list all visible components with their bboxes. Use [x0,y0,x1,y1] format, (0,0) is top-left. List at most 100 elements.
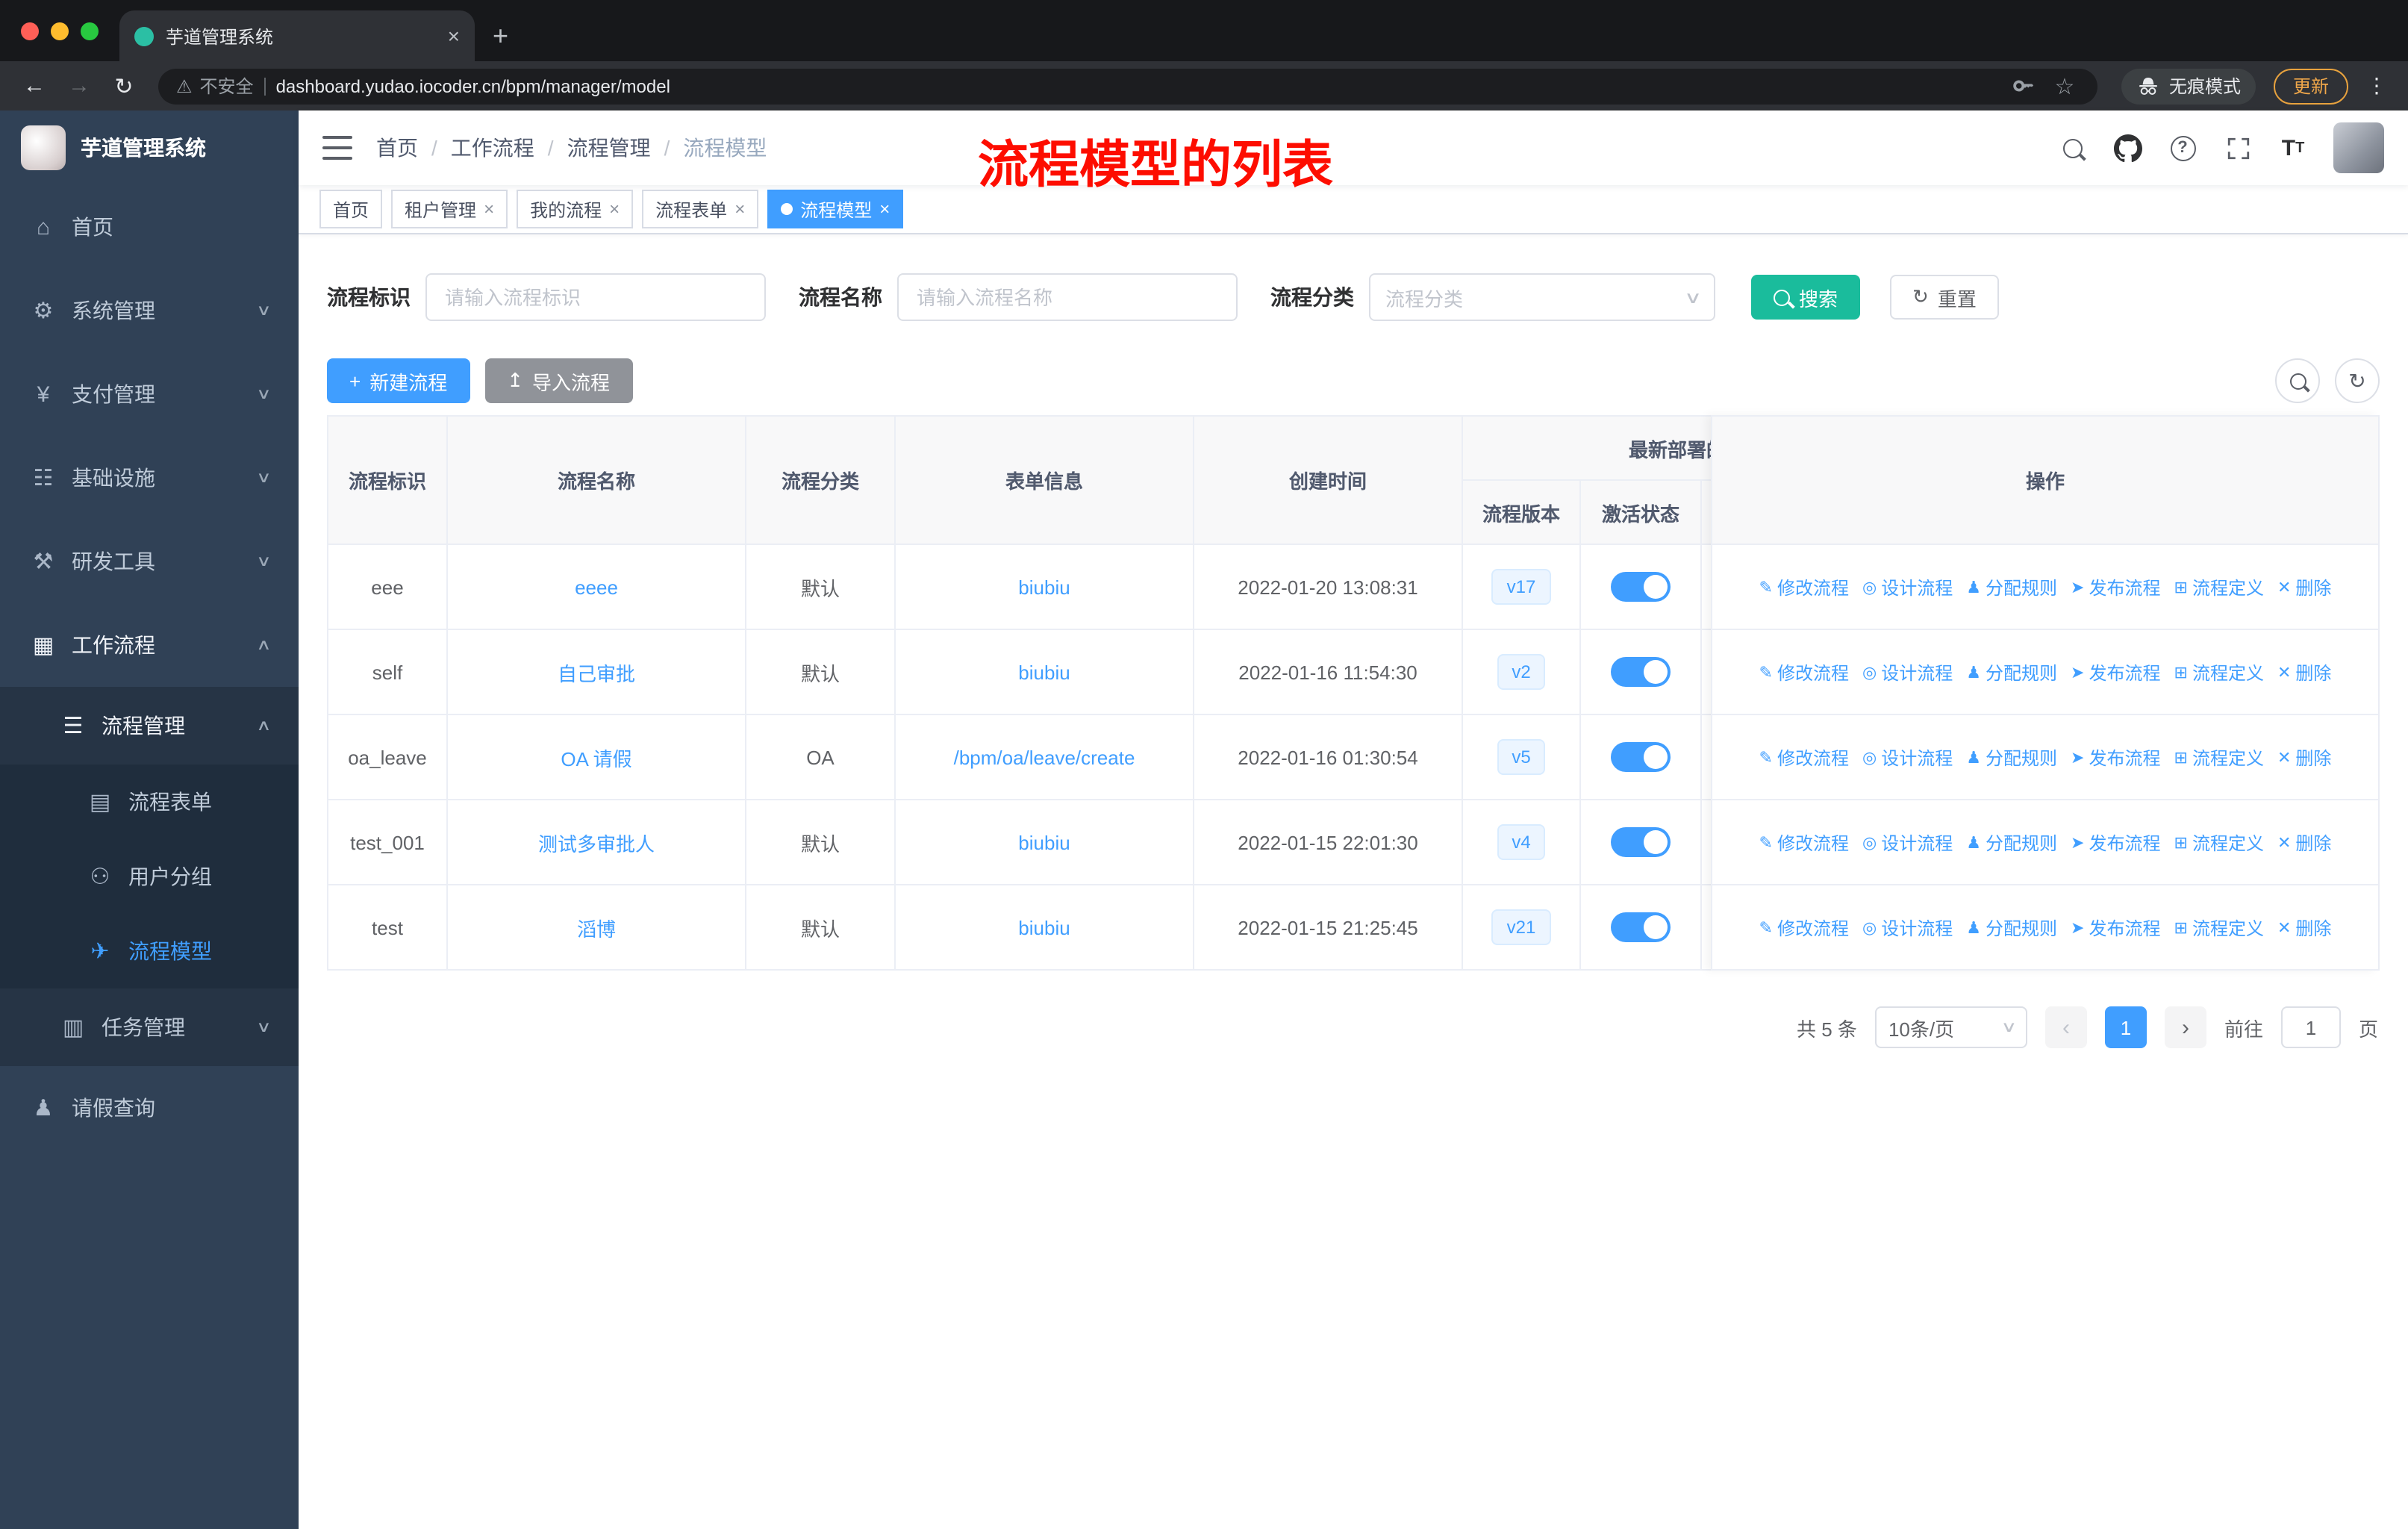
bookmark-star-icon[interactable]: ☆ [2050,71,2080,101]
form-link[interactable]: biubiu [1018,576,1070,598]
assign-rule-action-link[interactable]: ♟ 分配规则 [1966,574,2057,600]
close-icon[interactable]: × [734,199,745,219]
design-action-link[interactable]: ◎ 设计流程 [1862,915,1953,940]
sidebar-item-infra[interactable]: ☷ 基础设施 ∨ [0,436,299,520]
form-link[interactable]: biubiu [1018,916,1070,938]
help-icon[interactable]: ? [2168,133,2198,163]
process-name-input[interactable] [897,273,1238,321]
delete-action-link[interactable]: ✕ 删除 [2277,574,2331,600]
publish-action-link[interactable]: ➤ 发布流程 [2071,744,2160,770]
sidebar-item-process-model[interactable]: ✈ 流程模型 [0,914,299,988]
import-process-button[interactable]: ↥ 导入流程 [484,358,633,403]
modify-action-link[interactable]: ✎ 修改流程 [1759,574,1849,600]
address-bar[interactable]: ⚠ 不安全 dashboard.yudao.iocoder.cn/bpm/man… [158,68,2097,104]
model-name-link[interactable]: 自己审批 [558,662,635,685]
refresh-table-button[interactable]: ↻ [2335,358,2380,403]
key-icon[interactable] [2009,71,2039,101]
browser-menu-icon[interactable]: ⋮ [2360,73,2393,99]
active-toggle[interactable] [1611,657,1671,687]
sidebar-item-process-mgmt[interactable]: ☰ 流程管理 ∧ [0,687,299,764]
delete-action-link[interactable]: ✕ 删除 [2277,659,2331,685]
tag-process-form[interactable]: 流程表单 × [642,190,759,228]
font-size-icon[interactable]: TT [2278,133,2308,163]
category-select[interactable]: 流程分类 ∨ [1369,273,1715,321]
close-icon[interactable]: × [879,199,890,219]
page-1-button[interactable]: 1 [2104,1006,2147,1048]
create-process-button[interactable]: + 新建流程 [327,358,470,403]
new-tab-button[interactable]: + [475,21,526,61]
search-button[interactable]: 搜索 [1751,275,1861,320]
collapse-sidebar-icon[interactable] [322,136,352,160]
active-toggle[interactable] [1611,827,1671,857]
assign-rule-action-link[interactable]: ♟ 分配规则 [1966,915,2057,940]
sidebar-item-workflow[interactable]: ▦ 工作流程 ∧ [0,603,299,687]
assign-rule-action-link[interactable]: ♟ 分配规则 [1966,829,2057,855]
forward-icon[interactable]: → [60,73,99,99]
sidebar-item-system[interactable]: ⚙ 系统管理 ∨ [0,269,299,352]
design-action-link[interactable]: ◎ 设计流程 [1862,829,1953,855]
next-page-button[interactable]: › [2164,1006,2206,1048]
assign-rule-action-link[interactable]: ♟ 分配规则 [1966,744,2057,770]
model-name-link[interactable]: 测试多审批人 [538,832,655,855]
close-icon[interactable]: × [484,199,494,219]
tag-my-process[interactable]: 我的流程 × [517,190,634,228]
tab-close-icon[interactable]: × [448,24,460,48]
sidebar-item-devtools[interactable]: ⚒ 研发工具 ∨ [0,520,299,603]
back-icon[interactable]: ← [15,73,54,99]
definition-action-link[interactable]: ⊞ 流程定义 [2174,915,2264,940]
prev-page-button[interactable]: ‹ [2044,1006,2087,1048]
reload-icon[interactable]: ↻ [105,72,143,99]
active-toggle[interactable] [1611,912,1671,942]
delete-action-link[interactable]: ✕ 删除 [2277,744,2331,770]
publish-action-link[interactable]: ➤ 发布流程 [2071,574,2160,600]
definition-action-link[interactable]: ⊞ 流程定义 [2174,829,2264,855]
sidebar-item-task-mgmt[interactable]: ▥ 任务管理 ∨ [0,988,299,1066]
minimize-window-button[interactable] [51,22,69,40]
model-name-link[interactable]: 滔博 [577,918,616,940]
modify-action-link[interactable]: ✎ 修改流程 [1759,915,1849,940]
model-name-link[interactable]: eeee [575,576,618,598]
tag-home[interactable]: 首页 [319,190,383,228]
definition-action-link[interactable]: ⊞ 流程定义 [2174,744,2264,770]
breadcrumb-item[interactable]: 流程管理 [567,133,651,163]
toggle-search-button[interactable] [2275,358,2320,403]
sidebar-item-payment[interactable]: ¥ 支付管理 ∨ [0,352,299,436]
zoom-window-button[interactable] [81,22,99,40]
browser-tab[interactable]: 芋道管理系统 × [119,10,475,61]
publish-action-link[interactable]: ➤ 发布流程 [2071,915,2160,940]
breadcrumb-item[interactable]: 首页 [376,133,418,163]
sidebar-item-process-form[interactable]: ▤ 流程表单 [0,764,299,839]
sidebar-item-leave-query[interactable]: ♟ 请假查询 [0,1066,299,1150]
process-id-input[interactable] [425,273,766,321]
modify-action-link[interactable]: ✎ 修改流程 [1759,744,1849,770]
form-link[interactable]: /bpm/oa/leave/create [954,746,1135,768]
modify-action-link[interactable]: ✎ 修改流程 [1759,659,1849,685]
page-size-select[interactable]: 10条/页 ∨ [1874,1006,2027,1048]
breadcrumb-item[interactable]: 工作流程 [451,133,534,163]
delete-action-link[interactable]: ✕ 删除 [2277,829,2331,855]
tag-process-model[interactable]: 流程模型 × [767,190,904,228]
model-name-link[interactable]: OA 请假 [561,747,631,770]
definition-action-link[interactable]: ⊞ 流程定义 [2174,574,2264,600]
reset-button[interactable]: ↻ 重置 [1890,275,1999,320]
close-icon[interactable]: × [609,199,620,219]
app-logo[interactable]: 芋道管理系统 [0,110,299,185]
user-avatar[interactable] [2333,122,2384,173]
update-button[interactable]: 更新 [2273,68,2348,104]
design-action-link[interactable]: ◎ 设计流程 [1862,744,1953,770]
assign-rule-action-link[interactable]: ♟ 分配规则 [1966,659,2057,685]
definition-action-link[interactable]: ⊞ 流程定义 [2174,659,2264,685]
form-link[interactable]: biubiu [1018,831,1070,853]
sidebar-item-home[interactable]: ⌂ 首页 [0,185,299,269]
publish-action-link[interactable]: ➤ 发布流程 [2071,659,2160,685]
design-action-link[interactable]: ◎ 设计流程 [1862,659,1953,685]
modify-action-link[interactable]: ✎ 修改流程 [1759,829,1849,855]
security-status[interactable]: ⚠ 不安全 [176,73,254,99]
active-toggle[interactable] [1611,572,1671,602]
delete-action-link[interactable]: ✕ 删除 [2277,915,2331,940]
github-icon[interactable] [2112,133,2142,163]
goto-page-input[interactable] [2280,1006,2341,1048]
publish-action-link[interactable]: ➤ 发布流程 [2071,829,2160,855]
tag-tenant[interactable]: 租户管理 × [391,190,508,228]
sidebar-item-user-group[interactable]: ⚇ 用户分组 [0,839,299,914]
